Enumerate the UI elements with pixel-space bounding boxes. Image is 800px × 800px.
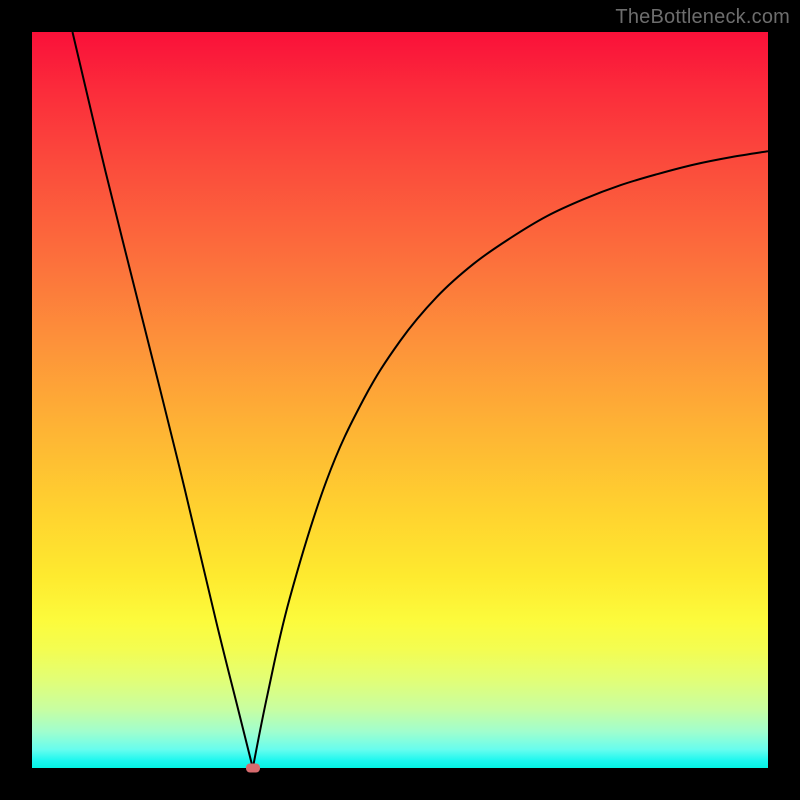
- chart-frame: TheBottleneck.com: [0, 0, 800, 800]
- watermark-text: TheBottleneck.com: [615, 6, 790, 29]
- bottleneck-marker: [246, 764, 260, 773]
- plot-area: [32, 32, 768, 768]
- curve-left: [72, 32, 252, 768]
- curve-layer: [32, 32, 768, 768]
- curve-right: [253, 151, 768, 768]
